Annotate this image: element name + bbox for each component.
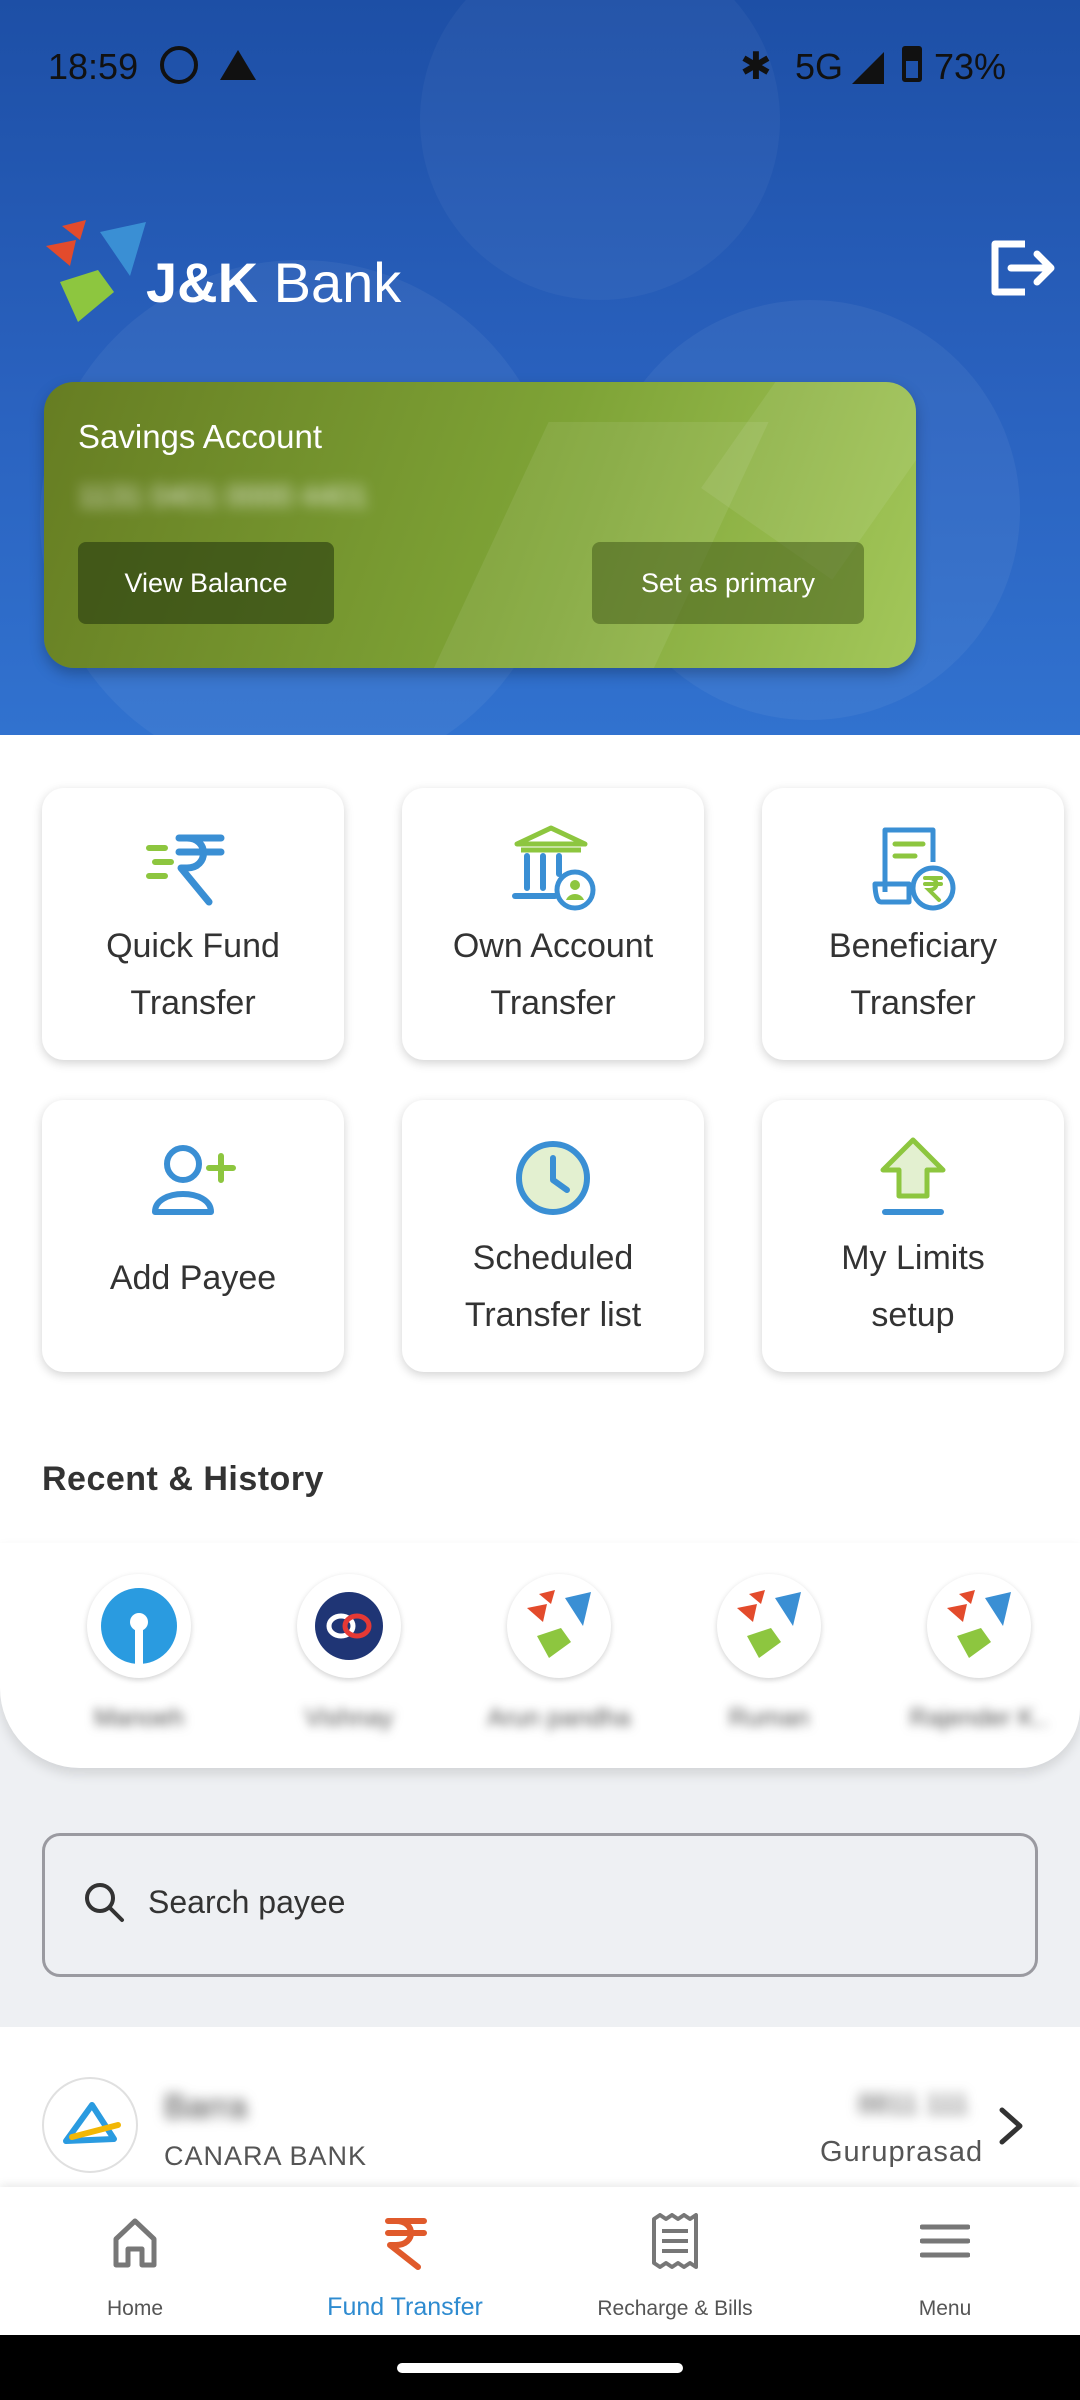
recent-payee-avatar[interactable]	[927, 1574, 1031, 1678]
receipt-icon	[652, 2213, 698, 2269]
receipt-rupee-icon	[872, 827, 956, 911]
rupee-icon	[385, 2218, 427, 2270]
home-gesture-handle[interactable]	[397, 2363, 683, 2373]
signal-icon	[852, 52, 884, 84]
recent-payee-name: Manoeh	[93, 1704, 185, 1732]
header: 18:59 ✱ 5G 73% J&K Bank Savings Account …	[0, 0, 1080, 735]
brand-name: J&K Bank	[146, 251, 402, 314]
tile-label: Quick Fund	[106, 927, 280, 965]
nav-label: Recharge & Bills	[597, 2297, 753, 2320]
nav-fund-transfer[interactable]: Fund Transfer	[270, 2187, 540, 2335]
tile-label: Transfer list	[464, 1296, 642, 1334]
tile-label: setup	[871, 1296, 955, 1334]
logout-icon[interactable]	[985, 236, 1057, 300]
tile-label: Beneficiary	[828, 927, 998, 965]
search-icon	[85, 1883, 124, 1922]
tile-scheduled-transfer-list[interactable]: Scheduled Transfer list	[402, 1100, 704, 1372]
bank-user-icon	[512, 825, 596, 911]
recent-payee-avatar[interactable]	[507, 1574, 611, 1678]
tile-my-limits-setup[interactable]: My Limits setup	[762, 1100, 1064, 1372]
sbi-logo-icon	[101, 1588, 177, 1664]
account-type: Savings Account	[78, 418, 322, 455]
set-primary-button[interactable]: Set as primary	[592, 542, 864, 624]
tile-label: Transfer	[850, 984, 976, 1022]
upload-arrow-icon	[880, 1137, 946, 1215]
recent-payee-avatar[interactable]	[717, 1574, 821, 1678]
nav-recharge-bills[interactable]: Recharge & Bills	[540, 2187, 810, 2335]
tile-label: Transfer	[490, 984, 616, 1022]
payee-name: Barra	[164, 2088, 248, 2126]
bluetooth-icon: ✱	[740, 46, 772, 88]
recent-payee-name: Ruman	[728, 1704, 810, 1732]
canara-logo-icon	[63, 2102, 121, 2144]
jk-bank-logo-icon	[46, 220, 146, 322]
nav-home[interactable]: Home	[0, 2187, 270, 2335]
chevron-right-icon[interactable]	[996, 2104, 1026, 2148]
rupee-transfer-icon	[146, 834, 225, 906]
nav-label: Menu	[918, 2297, 972, 2320]
home-icon	[113, 2218, 157, 2268]
network-type: 5G	[795, 46, 844, 87]
recent-history-title: Recent & History	[42, 1460, 324, 1498]
payee-account: 8811 111	[858, 2088, 969, 2119]
tile-label: Scheduled	[472, 1239, 634, 1277]
jk-logo-icon	[947, 1590, 1011, 1658]
payee-bank: CANARA BANK	[164, 2141, 368, 2171]
tile-beneficiary-transfer[interactable]: Beneficiary Transfer	[762, 788, 1064, 1060]
add-user-icon	[152, 1145, 236, 1215]
tile-label: Transfer	[130, 984, 256, 1022]
menu-icon	[920, 2224, 970, 2258]
nav-label: Fund Transfer	[327, 2293, 483, 2321]
recent-payee-avatar[interactable]	[297, 1574, 401, 1678]
jk-logo-icon	[737, 1590, 801, 1658]
tile-label: Own Account	[452, 927, 654, 965]
search-placeholder: Search payee	[148, 1884, 346, 1920]
recent-payee-name: Vishnay	[304, 1704, 394, 1732]
whatsapp-icon	[160, 46, 198, 84]
view-balance-button[interactable]: View Balance	[78, 542, 334, 624]
battery-percent: 73%	[934, 46, 1007, 87]
payee-branch: Guruprasad	[820, 2136, 984, 2168]
account-card[interactable]: Savings Account 1131 0401 0000 4401 View…	[44, 382, 916, 668]
tile-label: Add Payee	[109, 1259, 277, 1297]
clock-icon	[516, 1141, 590, 1215]
tile-own-account-transfer[interactable]: Own Account Transfer	[402, 788, 704, 1060]
tile-quick-fund-transfer[interactable]: Quick Fund Transfer	[42, 788, 344, 1060]
battery-icon	[902, 46, 922, 82]
nav-label: Home	[106, 2297, 164, 2320]
recent-payee-avatar[interactable]	[87, 1574, 191, 1678]
tile-label: My Limits	[841, 1239, 985, 1277]
kotak-logo-icon	[315, 1592, 383, 1660]
canara-bank-logo	[42, 2077, 138, 2173]
nav-menu[interactable]: Menu	[810, 2187, 1080, 2335]
drive-icon	[220, 50, 256, 80]
status-time: 18:59	[48, 46, 139, 87]
tile-add-payee[interactable]: Add Payee	[42, 1100, 344, 1372]
recent-payee-name: Arun pandha	[487, 1704, 631, 1732]
jk-logo-icon	[527, 1590, 591, 1658]
recent-payee-name: Rajender K..	[909, 1704, 1049, 1732]
account-number: 1131 0401 0000 4401	[78, 480, 368, 513]
status-bar: 18:59 ✱ 5G 73%	[0, 0, 1080, 130]
bottom-navigation: Home Fund Transfer Recharge & Bills Menu	[0, 2187, 1080, 2335]
